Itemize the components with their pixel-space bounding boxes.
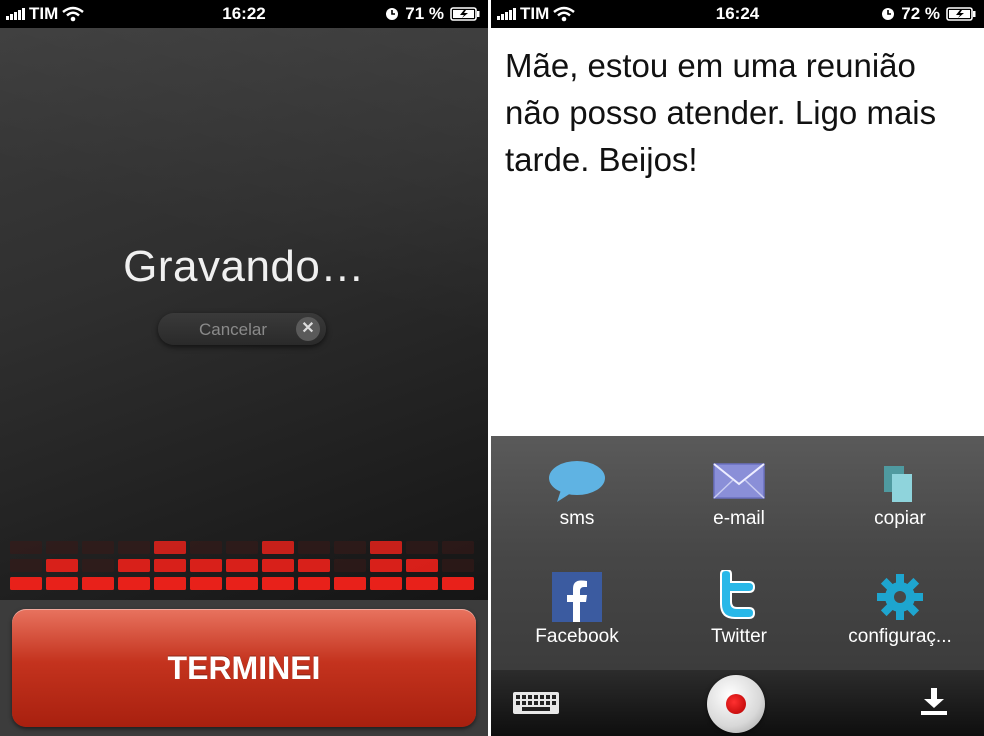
level-segment-lit [154, 559, 186, 572]
level-segment-unlit [226, 541, 258, 554]
level-segment-lit [298, 559, 330, 572]
mail-icon [713, 463, 765, 499]
alarm-icon [882, 8, 895, 20]
settings-button[interactable]: configuraç... [825, 572, 975, 648]
level-segment-lit [82, 577, 114, 590]
level-segment-unlit [118, 541, 150, 554]
level-segment-lit [154, 541, 186, 554]
background-sheen [0, 28, 488, 428]
level-segment-lit [46, 559, 78, 572]
level-segment-lit [298, 577, 330, 590]
level-segment-lit [370, 541, 402, 554]
audio-level-meter [10, 541, 474, 590]
level-segment-unlit [82, 541, 114, 554]
share-facebook-label: Facebook [535, 626, 619, 647]
battery-percent: 72 % [901, 4, 940, 23]
record-icon [726, 694, 746, 714]
copy-button[interactable]: copiar [825, 460, 975, 530]
level-segment-unlit [334, 541, 366, 554]
level-segment-lit [46, 577, 78, 590]
settings-label: configuraç... [848, 626, 952, 647]
level-segment-unlit [10, 541, 42, 554]
level-segment-lit [190, 577, 222, 590]
battery-icon [946, 7, 976, 21]
copy-label: copiar [874, 508, 926, 529]
share-email-label: e-mail [713, 508, 765, 529]
recording-screen: TIM 16:22 71 % Gravando… Cancelar ✕ TERM… [0, 0, 488, 736]
close-icon[interactable]: ✕ [296, 317, 320, 341]
twitter-icon [720, 570, 756, 619]
share-facebook-button[interactable]: Facebook [502, 572, 652, 648]
finish-button[interactable]: TERMINEI [12, 609, 476, 727]
level-segment-lit [262, 541, 294, 554]
download-icon[interactable] [919, 688, 949, 716]
status-bar: TIM 16:22 71 % [0, 0, 488, 28]
level-segment-lit [334, 577, 366, 590]
level-segment-lit [262, 577, 294, 590]
level-segment-unlit [82, 559, 114, 572]
level-segment-lit [154, 577, 186, 590]
level-segment-lit [442, 577, 474, 590]
share-sms-button[interactable]: sms [502, 460, 652, 530]
level-segment-unlit [298, 541, 330, 554]
level-segment-unlit [10, 559, 42, 572]
recording-title: Gravando… [123, 242, 365, 291]
transcribed-text[interactable]: Mãe, estou em uma reunião não posso aten… [505, 42, 975, 183]
level-segment-lit [370, 559, 402, 572]
level-segment-lit [406, 577, 438, 590]
share-email-button[interactable]: e-mail [664, 460, 814, 530]
keyboard-icon[interactable] [513, 692, 559, 714]
level-segment-lit [226, 577, 258, 590]
level-segment-lit [10, 577, 42, 590]
cancel-label: Cancelar [198, 320, 268, 339]
share-panel: sms e-mail copiar Facebook Twitter confi… [491, 436, 984, 670]
record-button[interactable] [707, 675, 765, 733]
share-twitter-button[interactable]: Twitter [664, 570, 814, 648]
battery-icon [450, 7, 480, 21]
level-segment-lit [370, 577, 402, 590]
level-segment-lit [226, 559, 258, 572]
gear-icon [877, 574, 923, 620]
level-segment-unlit [46, 541, 78, 554]
result-screen: TIM 16:24 72 % Mãe, estou em uma reunião… [491, 0, 984, 736]
status-bar: TIM 16:24 72 % [491, 0, 984, 28]
level-segment-lit [406, 559, 438, 572]
level-segment-unlit [442, 559, 474, 572]
battery-percent: 71 % [405, 4, 444, 23]
share-twitter-label: Twitter [711, 626, 767, 647]
sms-bubble-icon [549, 461, 605, 502]
cancel-button[interactable]: Cancelar ✕ [158, 313, 326, 345]
facebook-icon [552, 572, 602, 622]
alarm-icon [386, 8, 399, 20]
level-segment-lit [118, 559, 150, 572]
level-segment-lit [262, 559, 294, 572]
level-segment-unlit [190, 541, 222, 554]
level-segment-unlit [442, 541, 474, 554]
level-segment-unlit [406, 541, 438, 554]
copy-icon [884, 466, 912, 502]
share-sms-label: sms [559, 508, 595, 529]
level-segment-unlit [334, 559, 366, 572]
level-segment-lit [118, 577, 150, 590]
level-segment-lit [190, 559, 222, 572]
